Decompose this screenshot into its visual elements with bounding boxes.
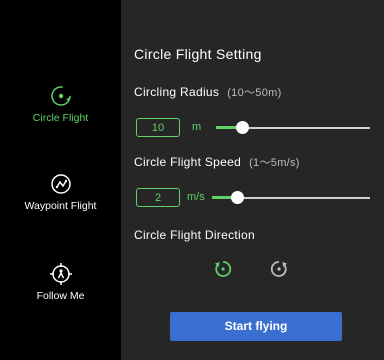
sidebar-item-label: Follow Me [36, 290, 85, 302]
radius-range: (10～50m) [227, 87, 282, 99]
waypoint-flight-icon [50, 174, 71, 194]
radius-label: Circling Radius (10～50m) [134, 84, 282, 100]
sidebar-item-circle-flight[interactable]: Circle Flight [0, 84, 121, 124]
radius-slider-thumb[interactable] [236, 121, 249, 134]
counterclockwise-icon [215, 261, 232, 277]
panel-title: Circle Flight Setting [134, 46, 262, 62]
counterclockwise-button[interactable] [212, 258, 234, 280]
sidebar-item-waypoint-flight[interactable]: Waypoint Flight [0, 172, 121, 212]
clockwise-button[interactable] [268, 258, 290, 280]
speed-label-text: Circle Flight Speed [134, 155, 242, 169]
direction-label: Circle Flight Direction [134, 228, 255, 242]
speed-label: Circle Flight Speed (1～5m/s) [134, 154, 300, 170]
sidebar-item-follow-me[interactable]: Follow Me [0, 262, 121, 302]
clockwise-icon [270, 261, 287, 277]
sidebar-item-label: Circle Flight [32, 112, 89, 124]
follow-me-icon [49, 263, 72, 285]
speed-range: (1～5m/s) [249, 157, 300, 169]
sidebar-item-label: Waypoint Flight [24, 200, 97, 212]
speed-value-input[interactable]: 2 [136, 188, 180, 207]
radius-label-text: Circling Radius [134, 85, 220, 99]
circle-flight-icon [50, 86, 71, 106]
speed-unit: m/s [187, 191, 205, 203]
radius-unit: m [192, 121, 202, 133]
start-flying-button[interactable]: Start flying [170, 312, 342, 341]
radius-value-input[interactable]: 10 [136, 118, 180, 137]
mode-sidebar: Circle Flight Waypoint Flight Follow Me [0, 0, 121, 360]
speed-slider-thumb[interactable] [231, 191, 244, 204]
